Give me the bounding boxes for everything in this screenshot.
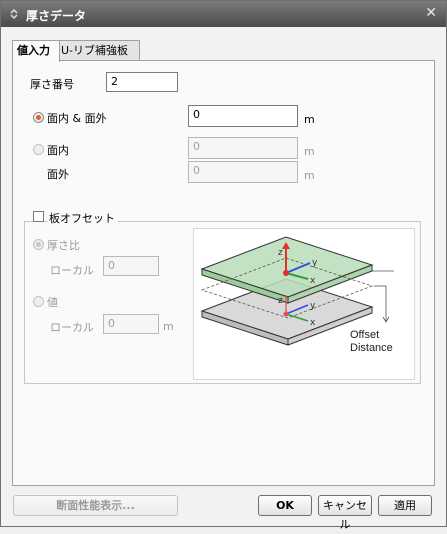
upper-origin xyxy=(283,270,289,276)
inplane-label: 面内 xyxy=(47,144,69,157)
inplane-field[interactable]: 0 xyxy=(188,137,298,159)
dialog-title: 厚さデータ xyxy=(26,9,87,23)
offset-text-2: Distance xyxy=(350,342,393,354)
offset-value-label: 値 xyxy=(47,296,58,309)
apply-button[interactable]: 適用 xyxy=(378,495,432,516)
section-props-button[interactable]: 断面性能表示... xyxy=(13,495,178,516)
axis-y-lower-label: y xyxy=(310,301,316,311)
offset-diagram: z y x z y x Offset Distance xyxy=(193,228,415,380)
value-local-unit: m xyxy=(163,320,174,333)
offset-value-radio[interactable] xyxy=(33,296,44,307)
inplane-outplane-unit: m xyxy=(304,113,315,126)
offset-diagram-svg: z y x z y x Offset Distance xyxy=(200,236,394,354)
ratio-local-field[interactable]: 0 xyxy=(103,256,159,276)
axis-z-upper-label: z xyxy=(278,248,283,258)
tab-u-rib[interactable]: U-リブ補強板 xyxy=(56,40,140,61)
plate-offset-checkbox[interactable] xyxy=(33,211,44,222)
ratio-local-label: ローカル xyxy=(50,264,94,277)
tab-value-input[interactable]: 値入力 xyxy=(12,40,60,62)
thickness-ratio-label: 厚さ比 xyxy=(47,239,80,252)
thickness-no-label: 厚さ番号 xyxy=(30,78,74,91)
outplane-label: 面外 xyxy=(47,168,69,181)
thickness-no-field[interactable]: 2 xyxy=(106,72,178,92)
inplane-outplane-label: 面内 & 面外 xyxy=(47,112,107,125)
lower-origin xyxy=(283,311,289,317)
close-icon[interactable]: ✕ xyxy=(425,5,437,21)
axis-x-upper-label: x xyxy=(310,276,316,286)
inplane-outplane-radio[interactable] xyxy=(33,112,44,123)
ok-button[interactable]: OK xyxy=(258,495,312,516)
value-local-label: ローカル xyxy=(50,321,94,334)
plate-offset-label: 板オフセット xyxy=(48,210,118,226)
inplane-outplane-field[interactable]: 0 xyxy=(188,105,298,127)
thickness-ratio-radio[interactable] xyxy=(33,239,44,250)
inplane-unit: m xyxy=(304,145,315,158)
value-local-field[interactable]: 0 xyxy=(103,314,159,334)
cancel-button[interactable]: キャンセル xyxy=(318,495,372,531)
outplane-field[interactable]: 0 xyxy=(188,161,298,183)
offset-text-1: Offset xyxy=(350,329,379,341)
axis-z-lower-label: z xyxy=(278,296,283,306)
outplane-unit: m xyxy=(304,169,315,182)
inplane-radio[interactable] xyxy=(33,144,44,155)
title-bar[interactable]: 厚さデータ ✕ xyxy=(1,1,446,27)
collapse-icon[interactable] xyxy=(9,8,19,20)
axis-y-upper-label: y xyxy=(312,258,318,268)
axis-x-lower-label: x xyxy=(310,318,316,328)
